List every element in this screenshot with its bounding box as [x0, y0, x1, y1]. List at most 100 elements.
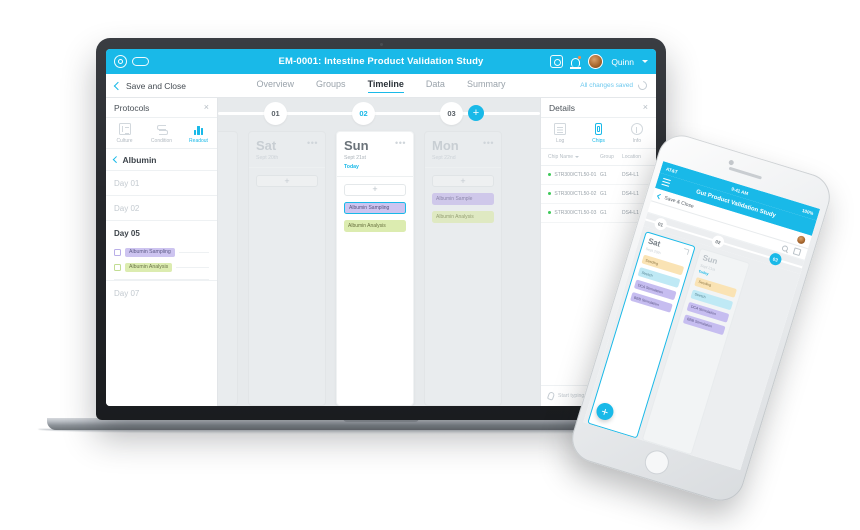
- task-card-albumin-analysis[interactable]: Albumin Analysis: [432, 211, 494, 223]
- protocol-tab-label: Culture: [116, 137, 133, 144]
- avatar[interactable]: [794, 233, 808, 247]
- day-cards: Sat ••• Sept 20th + Sun ••• Sept 21st To…: [218, 128, 540, 406]
- chips-table-header: Chip Name Group Location: [541, 149, 656, 166]
- day-card-sun[interactable]: Sun ••• Sept 21st Today + Albumin Sampli…: [336, 131, 414, 406]
- app-navbar: Save and Close Overview Groups Timeline …: [106, 74, 656, 98]
- paperclip-icon[interactable]: [546, 391, 556, 401]
- day-menu-icon[interactable]: •••: [307, 139, 318, 148]
- protocol-tab-label: Condition: [150, 137, 173, 144]
- laptop-lid: EM-0001: Intestine Product Validation St…: [96, 38, 666, 420]
- timeline-node-02[interactable]: 02: [352, 102, 375, 125]
- day-card-previous[interactable]: [218, 131, 238, 406]
- table-row[interactable]: STR300/CTL50-02 G1 DS4-L1: [541, 185, 656, 204]
- main-tabs: Overview Groups Timeline Data Summary: [106, 79, 656, 93]
- task-checkbox[interactable]: [114, 248, 121, 256]
- notifications-button[interactable]: [570, 55, 582, 69]
- task-card-albumin-sample[interactable]: Albumin Sample: [432, 193, 494, 205]
- divider: [249, 167, 325, 168]
- phone-node-03[interactable]: 03: [767, 251, 783, 267]
- breadcrumb[interactable]: Albumin: [106, 149, 217, 170]
- details-tab-info[interactable]: Info: [618, 123, 656, 144]
- day-card-sat[interactable]: Sat ••• Sept 20th +: [248, 131, 326, 406]
- webcam-icon: [379, 42, 383, 46]
- status-badge: [548, 191, 552, 196]
- tab-data[interactable]: Data: [426, 79, 445, 93]
- tab-timeline[interactable]: Timeline: [367, 79, 404, 93]
- day-date: Sept 21st: [344, 155, 366, 161]
- back-chevron-icon[interactable]: [657, 193, 663, 199]
- search-icon[interactable]: [781, 244, 789, 252]
- expand-icon[interactable]: [681, 247, 690, 256]
- add-task-button[interactable]: +: [256, 175, 318, 187]
- protocol-day-05[interactable]: Day 05: [106, 219, 217, 245]
- day-name: Sun: [344, 138, 369, 153]
- protocol-type-tabs: Culture Condition Readout: [106, 118, 217, 149]
- task-card-albumin-analysis[interactable]: Albumin Analysis: [344, 219, 406, 232]
- add-task-button[interactable]: +: [432, 175, 494, 187]
- column-chip-name[interactable]: Chip Name: [548, 154, 600, 160]
- day-card-header: Sat •••: [256, 138, 318, 153]
- avatar[interactable]: [588, 54, 604, 69]
- timeline-node-01[interactable]: 01: [264, 102, 287, 125]
- close-icon[interactable]: ×: [643, 103, 648, 112]
- protocol-day-07[interactable]: Day 07: [106, 279, 217, 305]
- task-label: Albumin Analysis: [125, 262, 173, 272]
- chevron-down-icon[interactable]: [642, 60, 648, 63]
- day-menu-icon[interactable]: •••: [395, 139, 406, 148]
- info-icon: [630, 123, 643, 135]
- add-timepoint-button[interactable]: +: [468, 105, 484, 121]
- day-card-mon[interactable]: Mon ••• Sept 22nd + Albumin Sample Album…: [424, 131, 502, 406]
- saved-status-text: All changes saved: [580, 82, 633, 89]
- protocol-tab-culture[interactable]: Culture: [106, 123, 143, 144]
- day-menu-icon[interactable]: •••: [483, 139, 494, 148]
- table-row[interactable]: STR300/CTL50-01 G1 DS4-L1: [541, 166, 656, 185]
- protocol-tab-condition[interactable]: Condition: [143, 123, 180, 144]
- protocol-task-row[interactable]: Albumin Sampling: [106, 245, 217, 260]
- logo-wordmark-icon: [132, 57, 149, 66]
- tab-summary[interactable]: Summary: [467, 79, 506, 93]
- task-checkbox[interactable]: [114, 263, 121, 271]
- save-and-close-button[interactable]: Save and Close: [126, 81, 186, 91]
- calendar-icon[interactable]: [792, 247, 802, 257]
- timeline-node-03[interactable]: 03: [440, 102, 463, 125]
- refresh-icon[interactable]: [636, 79, 649, 92]
- protocol-tab-label: Readout: [189, 137, 208, 144]
- tab-groups[interactable]: Groups: [316, 79, 346, 93]
- timeline-panel: 01 02 03 + Sat ••• Sept 20th + Sun ••• S…: [218, 98, 540, 406]
- chips-icon: [594, 123, 602, 135]
- day-name: Sat: [256, 138, 277, 153]
- protocol-task-row[interactable]: Albumin Analysis: [106, 260, 217, 275]
- day-name: Mon: [432, 138, 459, 153]
- screenshot-stage: EM-0001: Intestine Product Validation St…: [0, 0, 860, 530]
- phone-node-02[interactable]: 02: [710, 234, 726, 250]
- details-tab-label: Log: [555, 137, 565, 144]
- details-tab-log[interactable]: Log: [541, 123, 579, 144]
- today-badge: Today: [344, 163, 359, 170]
- protocol-day-01[interactable]: Day 01: [106, 169, 217, 195]
- details-tab-label: Info: [632, 137, 641, 144]
- logo-icon[interactable]: [114, 55, 127, 68]
- protocol-day-02[interactable]: Day 02: [106, 194, 217, 220]
- timeline-rail: 01 02 03 +: [218, 98, 540, 128]
- help-icon[interactable]: [550, 55, 564, 68]
- column-group[interactable]: Group: [600, 154, 622, 160]
- app-body: Protocols × Culture Condition Readout Al…: [106, 98, 656, 406]
- chip-name: STR300/CTL50-02: [554, 190, 597, 197]
- details-title: Details: [549, 102, 575, 113]
- laptop-bezel: EM-0001: Intestine Product Validation St…: [106, 49, 656, 406]
- divider: [178, 251, 209, 253]
- menu-icon[interactable]: [661, 177, 671, 188]
- add-task-button[interactable]: +: [344, 183, 406, 196]
- back-chevron-icon[interactable]: [113, 81, 123, 90]
- breadcrumb-label: Albumin: [122, 154, 157, 165]
- column-location[interactable]: Location: [622, 154, 649, 160]
- task-card-albumin-sampling[interactable]: Albumin Sampling: [344, 201, 406, 214]
- laptop-device: EM-0001: Intestine Product Validation St…: [38, 38, 724, 434]
- divider: [337, 175, 413, 177]
- details-tabs: Log Chips Info: [541, 118, 656, 149]
- protocol-tab-readout[interactable]: Readout: [180, 123, 217, 144]
- details-tab-chips[interactable]: Chips: [579, 123, 617, 144]
- phone-node-01[interactable]: 01: [653, 216, 669, 232]
- tab-overview[interactable]: Overview: [257, 79, 295, 93]
- close-icon[interactable]: ×: [204, 103, 209, 112]
